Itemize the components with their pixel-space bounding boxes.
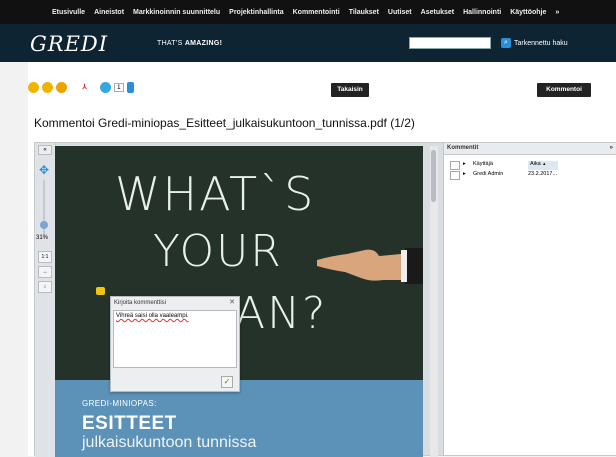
comments-panel-title: Kommentit [447,145,479,151]
comment-count-badge: 1 [114,83,124,92]
row-checkbox[interactable] [450,171,460,180]
pointing-hand-image [317,248,423,284]
advanced-search-button[interactable]: ⌕ Tarkennettu haku [501,37,568,49]
chalk-line-3: AN? [235,288,328,339]
sort-ascending-icon: ▲ [542,161,547,166]
toolbar-icons: ⅄ 1 [28,82,134,93]
row-user: Gredi Admin [473,171,504,177]
group-icon[interactable] [56,82,67,93]
actual-size-button[interactable]: 1:1 [38,251,52,263]
submit-checkmark-icon[interactable]: ✓ [221,376,233,388]
comment-dialog: Kirjoita kommenttisi ✕ Vihreä saisi olla… [110,296,240,392]
col-time-label: Aika [530,161,541,167]
search-input[interactable] [409,37,491,49]
fit-width-icon[interactable]: ↔ [38,266,52,278]
document-scrollbar[interactable] [430,146,438,457]
gredi-logo[interactable]: GREDI [30,32,108,56]
doc-subheading: julkaisukuntoon tunnissa [82,434,257,451]
tagline-bold: AMAZING! [184,40,223,47]
comment-marker-icon[interactable] [96,287,105,295]
nav-item-0[interactable]: Etusivulle [52,9,85,16]
doc-heading: ESITTEET [82,413,177,434]
comment-bubble-icon[interactable] [100,82,111,93]
nav-item-5[interactable]: Tilaukset [349,9,379,16]
select-all-checkbox[interactable] [450,161,460,170]
dialog-title: Kirjoita kommenttisi [114,300,167,306]
row-expand-icon[interactable]: ▸ [463,171,473,180]
tagline-prefix: THAT'S [157,40,183,47]
back-button[interactable]: Takaisin [331,83,369,97]
nav-item-6[interactable]: Uutiset [388,9,412,16]
nav-item-3[interactable]: Projektinhallinta [229,9,283,16]
scrollbar-thumb[interactable] [431,150,436,202]
chalk-line-2: YOUR [153,226,283,277]
pan-icon[interactable]: ✥ [39,163,49,177]
comments-table-header: ▸ Käyttäjä Aika ▲ [450,161,559,170]
nav-item-1[interactable]: Aineistot [94,9,124,16]
collapse-left-icon[interactable]: « [38,145,52,155]
viewer-tools: « ✥ 31% 1:1 ↔ ↕ [35,143,56,457]
nav-item-2[interactable]: Markkinoinnin suunnittelu [133,9,220,16]
nav-item-7[interactable]: Asetukset [421,9,454,16]
fit-height-icon[interactable]: ↕ [38,281,52,293]
zoom-slider-handle[interactable] [40,221,48,229]
comment-row[interactable]: ▸ Gredi Admin 23.2.2017... [450,171,557,180]
tagline: THAT'S AMAZING! [157,40,222,47]
face-icon[interactable] [42,82,53,93]
comments-panel: Kommentit » ▸ Käyttäjä Aika ▲ ▸ Gredi Adm… [443,143,616,455]
nav-item-10[interactable]: » [555,9,559,16]
row-time: 23.2.2017... [528,171,558,177]
comment-text: Vihreä saisi olla vaaleampi. [116,313,189,319]
top-nav: Etusivulle Aineistot Markkinoinnin suunnit… [0,0,616,24]
smiley-icon[interactable] [28,82,39,93]
comment-textarea[interactable]: Vihreä saisi olla vaaleampi. [113,310,237,368]
nav-item-8[interactable]: Hallinnointi [463,9,501,16]
nav-item-9[interactable]: Käyttöohje [510,9,546,16]
comments-panel-header: Kommentit » [444,143,616,155]
nav-item-4[interactable]: Kommentointi [293,9,340,16]
expand-panel-icon[interactable]: » [610,143,613,154]
comment-button[interactable]: Kommentoi [537,83,591,97]
zoom-level: 31% [36,235,49,241]
expand-all-icon[interactable]: ▸ [463,161,473,170]
pdf-icon[interactable]: ⅄ [79,82,90,93]
col-user[interactable]: Käyttäjä [473,161,528,170]
search-icon: ⌕ [501,38,511,48]
header: GREDI THAT'S AMAZING! ⌕ Tarkennettu haku [0,24,616,62]
advanced-search-label: Tarkennettu haku [514,39,568,47]
dropdown-icon[interactable] [126,82,134,93]
doc-brand: GREDI-MINIOPAS: [82,399,157,408]
close-icon[interactable]: ✕ [229,298,235,306]
col-time[interactable]: Aika ▲ [528,161,559,170]
page-title: Kommentoi Gredi-miniopas_Esitteet_julkai… [34,116,415,130]
page-body: ⅄ 1 Takaisin Kommentoi Kommentoi Gredi-m… [28,62,616,457]
chalk-line-1: WHAT`S [115,167,316,221]
nav-items: Etusivulle Aineistot Markkinoinnin suunnit… [52,0,559,24]
